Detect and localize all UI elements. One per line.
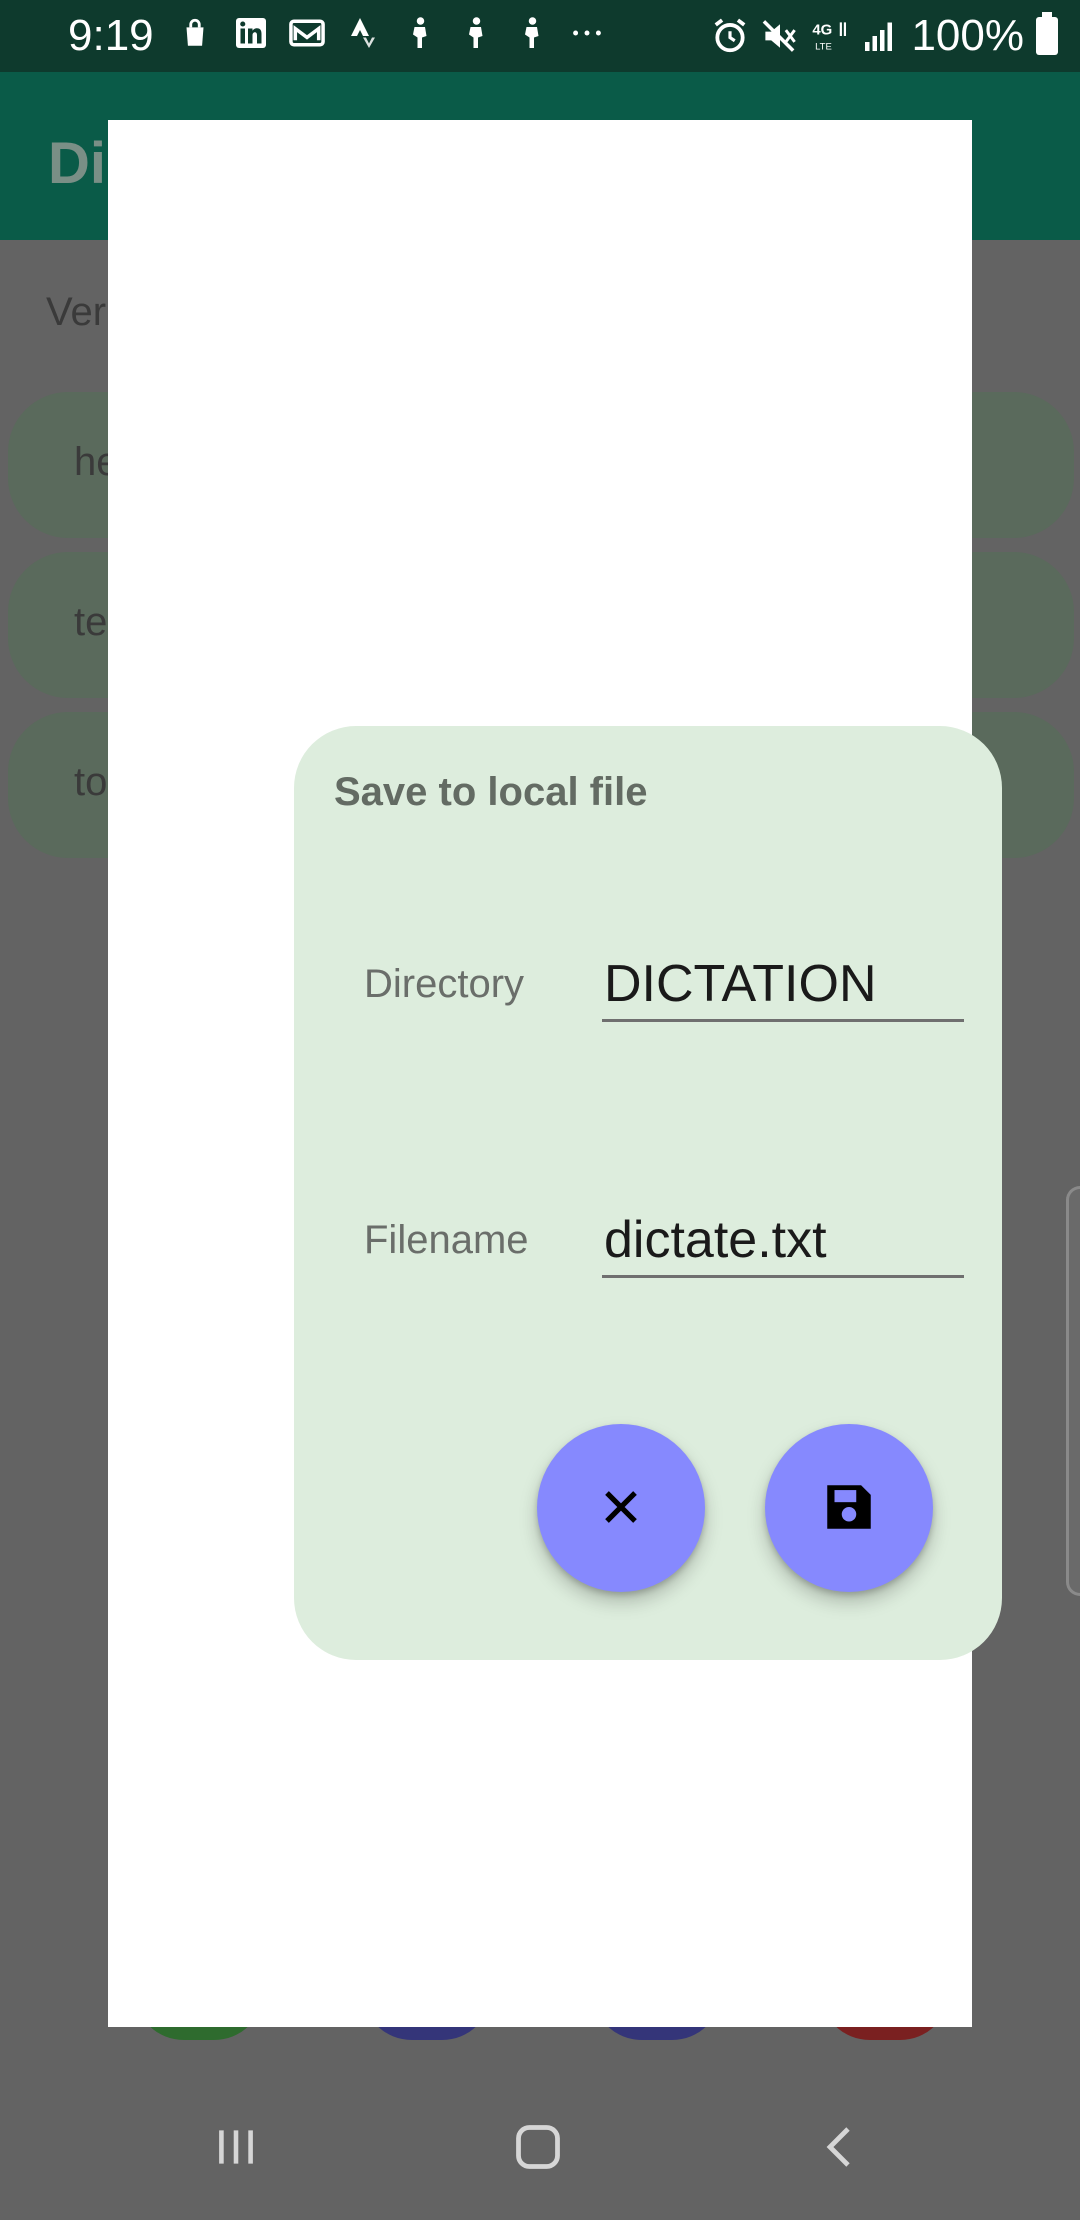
alarm-icon: [711, 17, 749, 55]
linkedin-icon: [232, 14, 270, 52]
filename-input[interactable]: [602, 1204, 964, 1278]
back-icon: [816, 2121, 864, 2178]
mail-icon: [288, 14, 326, 52]
back-button[interactable]: [800, 2118, 880, 2180]
save-dialog: Save to local file Directory Filename: [294, 726, 1002, 1660]
directory-label: Directory: [364, 962, 525, 1006]
home-icon: [512, 2121, 564, 2178]
recent-apps-button[interactable]: [196, 2118, 276, 2180]
battery-icon: [1036, 12, 1058, 55]
recent-apps-icon: [211, 2122, 261, 2177]
svg-text:4G: 4G: [813, 22, 833, 39]
shopping-bag-icon: [176, 14, 214, 52]
status-bar: 9:19 4G LTE 100%: [0, 0, 1080, 72]
background-label: Ver: [46, 290, 107, 334]
navigation-bar: [0, 2074, 1080, 2220]
list-item-label: to: [74, 760, 108, 804]
fitness-icon: [400, 14, 438, 52]
svg-text:LTE: LTE: [816, 42, 833, 53]
lte-icon: 4G LTE: [811, 17, 849, 55]
home-button[interactable]: [498, 2118, 578, 2180]
notification-icons: [176, 14, 606, 52]
list-item-label: te: [74, 600, 108, 644]
fitness-icon: [456, 14, 494, 52]
dialog-title: Save to local file: [334, 770, 648, 814]
status-time: 9:19: [68, 11, 154, 60]
mute-icon: [761, 17, 799, 55]
save-button[interactable]: [765, 1424, 933, 1592]
modal-sheet: Save to local file Directory Filename: [108, 120, 1002, 2027]
edge-panel-handle[interactable]: [1066, 1186, 1080, 1596]
fitness-icon: [512, 14, 550, 52]
close-icon: [597, 1483, 645, 1534]
filename-label: Filename: [364, 1218, 529, 1262]
directory-input[interactable]: [602, 948, 964, 1022]
battery-percent: 100%: [911, 11, 1024, 60]
signal-icon: [861, 17, 899, 55]
cancel-button[interactable]: [537, 1424, 705, 1592]
strava-icon: [344, 14, 382, 52]
system-icons: 4G LTE 100%: [711, 10, 1058, 62]
more-icon: [568, 14, 606, 52]
floppy-disk-icon: [820, 1478, 878, 1539]
